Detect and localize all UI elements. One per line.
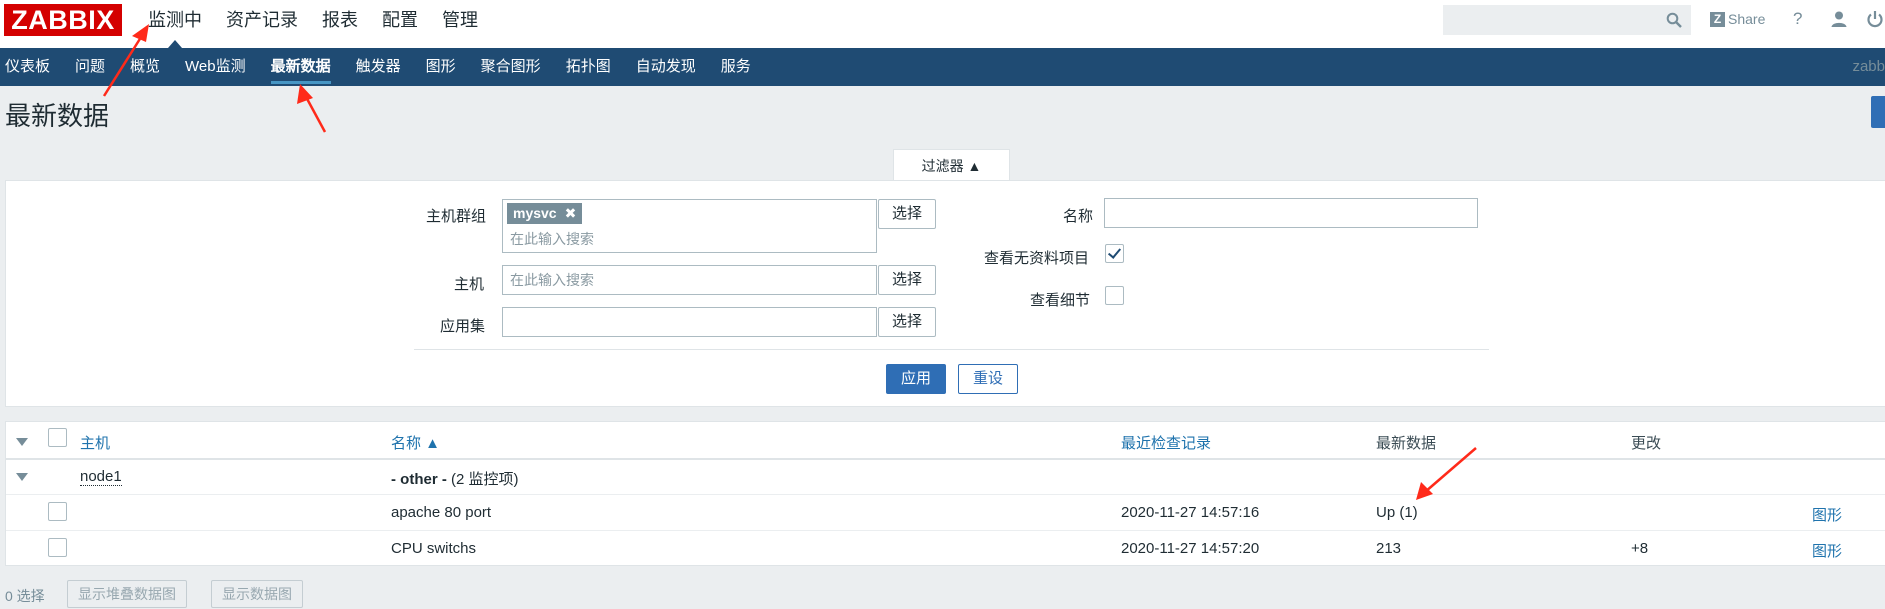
host-input[interactable]: 在此输入搜索 (502, 265, 877, 295)
subnav-problems[interactable]: 问题 (70, 48, 110, 86)
group-item-count: (2 监控项) (451, 471, 519, 488)
kiosk-mode-button[interactable] (1871, 96, 1885, 128)
show-details-checkbox[interactable] (1105, 286, 1124, 305)
apply-button[interactable]: 应用 (886, 364, 946, 394)
show-graph-button[interactable]: 显示数据图 (211, 580, 303, 608)
subnav-screens[interactable]: 聚合图形 (476, 48, 546, 86)
item-name: apache 80 port (391, 504, 492, 521)
share-button[interactable]: Z Share (1710, 9, 1765, 29)
search-input[interactable] (1443, 5, 1691, 35)
row-checkbox[interactable] (48, 502, 67, 521)
subnav-maps[interactable]: 拓扑图 (561, 48, 616, 86)
hostgroup-select-button[interactable]: 选择 (878, 199, 936, 229)
hostgroup-multiselect[interactable]: mysvc ✖ 在此输入搜索 (502, 199, 877, 253)
subnav-graphs[interactable]: 图形 (421, 48, 461, 86)
row-divider (6, 494, 1885, 495)
item-name: CPU switchs (391, 540, 477, 557)
group-host[interactable]: node1 (80, 468, 122, 486)
host-link[interactable]: node1 (80, 468, 122, 486)
reset-button[interactable]: 重设 (958, 364, 1018, 394)
row-checkbox[interactable] (48, 538, 67, 557)
column-last-check[interactable]: 最近检查记录 (1121, 432, 1211, 453)
host-label: 主机 (454, 276, 485, 293)
subnav-latest-data[interactable]: 最新数据 (266, 48, 336, 86)
collapse-all-icon[interactable] (16, 438, 28, 446)
filter-tab[interactable]: 过滤器 ▲ (893, 149, 1010, 181)
arrow-latest-data (303, 94, 327, 133)
subnav-discovery[interactable]: 自动发现 (631, 48, 701, 86)
latest-data-table: 主机 名称 ▲ 最近检查记录 最新数据 更改 node1 - other - (… (5, 421, 1885, 566)
column-name[interactable]: 名称 ▲ (391, 432, 440, 453)
remove-tag-icon[interactable]: ✖ (565, 203, 577, 224)
show-without-data-label: 查看无资料项目 (984, 250, 1090, 267)
page-title: 最新数据 (5, 101, 110, 131)
zabbix-share-icon: Z (1710, 11, 1725, 27)
item-graph-link[interactable]: 图形 (1812, 504, 1842, 525)
application-select-button[interactable]: 选择 (878, 307, 936, 337)
server-name: zabb (1852, 58, 1885, 75)
subnav-triggers[interactable]: 触发器 (351, 48, 406, 86)
hostgroup-tag-label: mysvc (513, 205, 557, 221)
hostgroup-search-placeholder[interactable]: 在此输入搜索 (510, 229, 594, 249)
selected-count: 0 选择 (5, 588, 45, 604)
menu-inventory[interactable]: 资产记录 (226, 0, 298, 40)
main-menu: 监测中 资产记录 报表 配置 管理 (148, 0, 502, 48)
help-icon[interactable]: ? (1793, 9, 1802, 29)
header-divider (6, 458, 1885, 460)
item-change: +8 (1631, 540, 1649, 557)
menu-configuration[interactable]: 配置 (382, 0, 418, 40)
sub-navigation: 仪表板 问题 概览 Web监测 最新数据 触发器 图形 聚合图形 拓扑图 自动发… (0, 48, 1885, 86)
filter-panel: 主机群组 mysvc ✖ 在此输入搜索 选择 主机 在此输入搜索 选择 应用集 … (5, 180, 1885, 407)
item-last-check: 2020-11-27 14:57:20 (1121, 540, 1260, 557)
top-bar: ZABBIX 监测中 资产记录 报表 配置 管理 Z Share ? (0, 0, 1885, 48)
item-graph-link[interactable]: 图形 (1812, 540, 1842, 561)
application-input[interactable] (502, 307, 877, 337)
host-select-button[interactable]: 选择 (878, 265, 936, 295)
menu-monitoring[interactable]: 监测中 (148, 0, 202, 48)
column-last-value: 最新数据 (1376, 435, 1437, 452)
row-divider (6, 530, 1885, 531)
group-app-name: - other - (391, 471, 447, 488)
name-label: 名称 (1063, 208, 1094, 225)
share-label: Share (1728, 11, 1766, 27)
zabbix-logo[interactable]: ZABBIX (4, 4, 122, 36)
arrow-latest-data-head (297, 84, 313, 104)
user-profile-icon[interactable] (1830, 10, 1848, 28)
subnav-dashboard[interactable]: 仪表板 (0, 48, 55, 86)
menu-reports[interactable]: 报表 (322, 0, 358, 40)
menu-administration[interactable]: 管理 (442, 0, 478, 40)
group-application: - other - (2 监控项) (391, 468, 519, 489)
filter-divider (414, 349, 1489, 350)
collapse-group-icon[interactable] (16, 473, 28, 481)
sign-out-icon[interactable] (1866, 10, 1884, 28)
name-input[interactable] (1104, 198, 1478, 228)
application-label: 应用集 (440, 318, 486, 335)
show-stacked-graph-button[interactable]: 显示堆叠数据图 (67, 580, 187, 608)
item-last-value: Up (1) (1376, 504, 1418, 521)
hostgroup-tag: mysvc ✖ (507, 203, 583, 224)
column-host[interactable]: 主机 (80, 432, 110, 453)
select-all-checkbox[interactable] (48, 428, 67, 447)
show-without-data-checkbox[interactable] (1105, 244, 1124, 263)
subnav-overview[interactable]: 概览 (125, 48, 165, 86)
hostgroup-label: 主机群组 (426, 208, 487, 225)
search-icon[interactable] (1666, 12, 1682, 28)
item-last-value: 213 (1376, 540, 1402, 557)
subnav-web[interactable]: Web监测 (180, 48, 251, 86)
column-change: 更改 (1631, 435, 1662, 452)
subnav-services[interactable]: 服务 (716, 48, 756, 86)
item-last-check: 2020-11-27 14:57:16 (1121, 504, 1260, 521)
show-details-label: 查看细节 (1030, 292, 1091, 309)
